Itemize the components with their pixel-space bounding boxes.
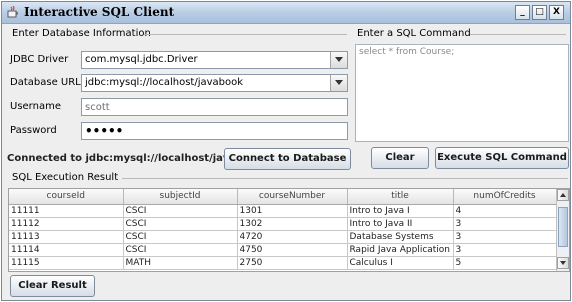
db-info-section-title: Enter Database Information [12, 28, 151, 39]
sql-divider [470, 34, 566, 35]
db-url-combo[interactable]: jdbc:mysql://localhost/javabook [81, 74, 348, 92]
password-label: Password [10, 125, 57, 136]
close-button[interactable]: X [549, 5, 564, 20]
clear-sql-button[interactable]: Clear [371, 147, 429, 169]
title-bar[interactable]: Interactive SQL Client _ □ X [2, 2, 570, 24]
chevron-down-icon [335, 57, 343, 62]
column-header-courseid[interactable]: courseId [9, 189, 124, 205]
vertical-scrollbar[interactable] [556, 189, 569, 271]
password-field[interactable]: ••••• [81, 122, 348, 140]
table-cell[interactable]: Intro to Java I [347, 204, 454, 218]
table-cell[interactable]: 4 [453, 204, 557, 218]
table-row[interactable]: 11112 CSCI 1302 Intro to Java II 3 [9, 217, 557, 231]
db-url-label: Database URL [10, 77, 81, 88]
table-cell[interactable]: 11115 [9, 256, 124, 270]
arrow-down-icon [560, 261, 566, 265]
table-cell[interactable]: 4750 [237, 243, 348, 257]
table-cell[interactable]: 3 [453, 243, 557, 257]
sql-command-text: select * from Course; [359, 47, 455, 57]
table-header-row: courseId subjectId courseNumber title nu… [9, 189, 557, 205]
jdbc-driver-combo[interactable]: com.mysql.jdbc.Driver [81, 51, 348, 69]
sql-client-window: Interactive SQL Client _ □ X Enter Datab… [1, 1, 571, 301]
table-cell[interactable]: 5 [453, 256, 557, 270]
table-cell[interactable]: Intro to Java II [347, 217, 454, 231]
minimize-button[interactable]: _ [515, 5, 530, 20]
table-cell[interactable]: 11113 [9, 230, 124, 244]
db-url-value: jdbc:mysql://localhost/javabook [85, 77, 244, 88]
table-cell[interactable]: 1302 [237, 217, 348, 231]
result-divider [122, 178, 568, 179]
result-table-container[interactable]: courseId subjectId courseNumber title nu… [8, 188, 570, 272]
table-cell[interactable]: 11114 [9, 243, 124, 257]
jdbc-driver-dropdown-button[interactable] [330, 52, 347, 68]
jdbc-driver-value: com.mysql.jdbc.Driver [85, 54, 198, 65]
username-field[interactable]: scott [81, 98, 348, 116]
table-cell[interactable]: CSCI [123, 217, 238, 231]
table-cell[interactable]: Calculus I [347, 256, 454, 270]
result-table: courseId subjectId courseNumber title nu… [9, 189, 557, 270]
scroll-down-button[interactable] [557, 257, 569, 269]
result-section-title: SQL Execution Result [12, 172, 119, 183]
table-cell[interactable]: 3 [453, 217, 557, 231]
column-header-numofcredits[interactable]: numOfCredits [453, 189, 557, 205]
window-title: Interactive SQL Client [24, 5, 175, 19]
scroll-thumb[interactable] [558, 207, 568, 247]
table-cell[interactable]: 11112 [9, 217, 124, 231]
table-cell[interactable]: 4720 [237, 230, 348, 244]
column-header-title[interactable]: title [347, 189, 454, 205]
maximize-button[interactable]: □ [532, 5, 547, 20]
table-cell[interactable]: 1301 [237, 204, 348, 218]
table-cell[interactable]: CSCI [123, 204, 238, 218]
sql-command-textarea[interactable]: select * from Course; [355, 44, 569, 142]
table-row[interactable]: 11115 MATH 2750 Calculus I 5 [9, 256, 557, 270]
table-row[interactable]: 11114 CSCI 4750 Rapid Java Application 3 [9, 243, 557, 257]
table-cell[interactable]: 3 [453, 230, 557, 244]
db-url-dropdown-button[interactable] [330, 75, 347, 91]
column-header-subjectid[interactable]: subjectId [123, 189, 238, 205]
sql-section-title: Enter a SQL Command [357, 28, 471, 39]
chevron-down-icon [335, 80, 343, 85]
username-label: Username [10, 101, 61, 112]
table-cell[interactable]: Database Systems [347, 230, 454, 244]
table-cell[interactable]: Rapid Java Application [347, 243, 454, 257]
db-info-divider [144, 34, 347, 35]
table-row[interactable]: 11111 CSCI 1301 Intro to Java I 4 [9, 204, 557, 218]
table-row[interactable]: 11113 CSCI 4720 Database Systems 3 [9, 230, 557, 244]
arrow-up-icon [560, 193, 566, 197]
column-header-coursenumber[interactable]: courseNumber [237, 189, 348, 205]
clear-result-button[interactable]: Clear Result [10, 275, 95, 297]
table-cell[interactable]: CSCI [123, 243, 238, 257]
scroll-up-button[interactable] [557, 189, 569, 201]
table-cell[interactable]: 11111 [9, 204, 124, 218]
java-cup-icon [7, 6, 18, 18]
execute-sql-button[interactable]: Execute SQL Command [435, 147, 569, 169]
table-cell[interactable]: CSCI [123, 230, 238, 244]
password-value: ••••• [85, 124, 124, 138]
username-value: scott [85, 102, 110, 113]
jdbc-driver-label: JDBC Driver [10, 54, 69, 65]
table-cell[interactable]: 2750 [237, 256, 348, 270]
connect-to-database-button[interactable]: Connect to Database [224, 148, 351, 170]
table-cell[interactable]: MATH [123, 256, 238, 270]
